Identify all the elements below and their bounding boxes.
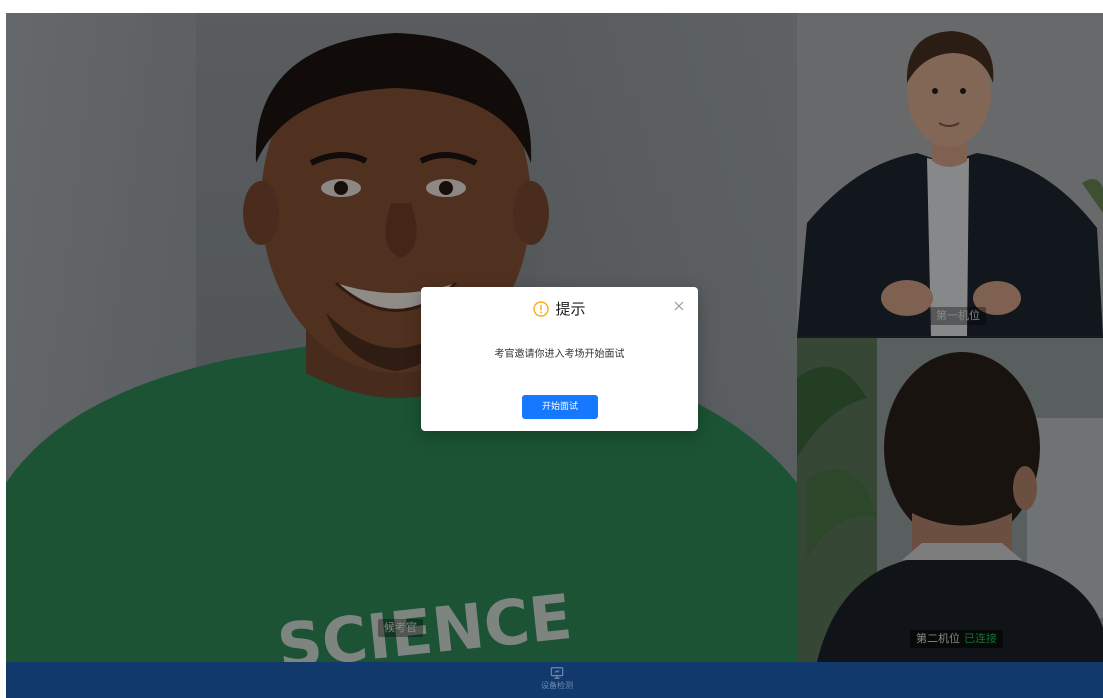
close-icon[interactable] (672, 299, 686, 313)
device-check-button[interactable]: 设备检测 (536, 666, 578, 692)
dialog-message: 考官邀请你进入考场开始面试 (494, 349, 625, 360)
dialog-title: 提示 (555, 300, 586, 318)
warning-circle-icon (533, 301, 550, 317)
dialog-title-row: 提示 (421, 299, 698, 319)
start-interview-button[interactable]: 开始面试 (522, 395, 598, 419)
device-check-label: 设备检测 (541, 681, 573, 690)
bottom-toolbar: 设备检测 (6, 662, 1103, 698)
monitor-icon (550, 667, 564, 679)
prompt-dialog: 提示 考官邀请你进入考场开始面试 开始面试 (421, 287, 698, 431)
